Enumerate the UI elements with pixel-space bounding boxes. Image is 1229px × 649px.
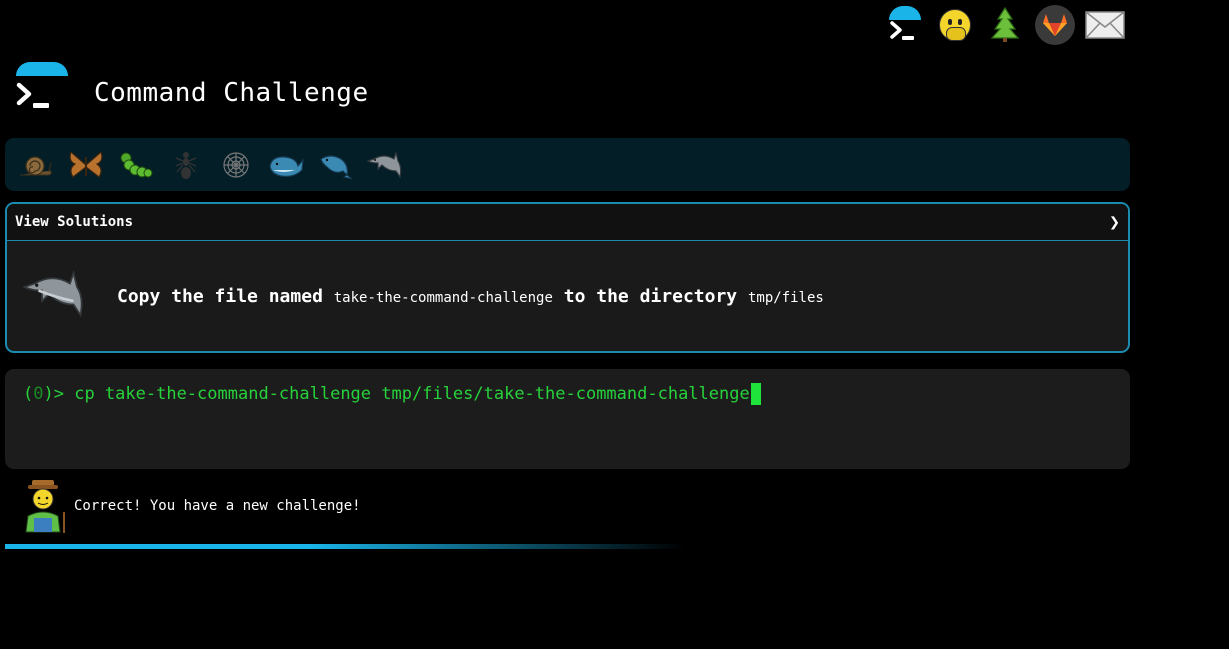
prompt-close: )> — [43, 384, 75, 404]
ant-icon — [175, 151, 197, 179]
task-dir-name: tmp/files — [747, 289, 824, 306]
view-solutions-label: View Solutions — [15, 214, 134, 230]
email-link[interactable] — [1084, 4, 1126, 46]
view-solutions-toggle[interactable]: View Solutions ❯ — [7, 204, 1128, 241]
top-nav — [884, 4, 1134, 46]
command-line: (0)> cp take-the-command-challenge tmp/f… — [23, 383, 1112, 405]
level-bar — [5, 138, 1130, 191]
text-cursor — [750, 383, 761, 405]
home-link[interactable] — [884, 4, 926, 46]
farmer-icon — [25, 480, 65, 533]
challenge-description: Copy the file named take-the-command-cha… — [117, 286, 824, 307]
command-text: cp take-the-command-challenge tmp/files/… — [74, 384, 750, 404]
envelope-icon — [1085, 11, 1125, 39]
header: Command Challenge — [16, 60, 369, 112]
task-file-name: take-the-command-challenge — [333, 289, 553, 306]
evergreen-tree-icon — [990, 7, 1020, 42]
level-spouting-whale[interactable] — [315, 144, 357, 186]
page-title: Command Challenge — [94, 78, 369, 108]
spouting-whale-icon — [320, 154, 353, 179]
level-butterfly[interactable] — [65, 144, 107, 186]
snail-icon — [20, 155, 52, 176]
challenge-panel: View Solutions ❯ Copy the file named tak… — [5, 202, 1130, 353]
prompt-exit-code: 0 — [33, 384, 44, 404]
butterfly-icon — [69, 150, 103, 178]
terminal-logo-icon — [885, 5, 925, 45]
terminal-input[interactable]: (0)> cp take-the-command-challenge tmp/f… — [5, 369, 1130, 469]
tree-link[interactable] — [984, 4, 1026, 46]
gitlab-icon — [1035, 5, 1075, 45]
challenge-body: Copy the file named take-the-command-cha… — [7, 241, 1128, 351]
task-prefix: Copy the file named — [117, 285, 323, 307]
task-middle: to the directory — [563, 285, 738, 307]
level-snail[interactable] — [15, 144, 57, 186]
dolphin-icon — [21, 266, 91, 326]
level-dolphin[interactable] — [365, 144, 407, 186]
caterpillar-icon — [120, 152, 153, 177]
progress-bar — [5, 544, 685, 549]
gitlab-link[interactable] — [1034, 4, 1076, 46]
whale-icon — [269, 155, 304, 177]
result-text: Correct! You have a new challenge! — [74, 498, 361, 514]
terminal-logo-icon[interactable] — [16, 60, 68, 112]
level-caterpillar[interactable] — [115, 144, 157, 186]
hushed-face-icon — [939, 9, 971, 41]
dolphin-icon — [366, 150, 402, 179]
prompt-open: ( — [23, 384, 34, 404]
spider-web-icon — [223, 151, 249, 178]
level-spider-web[interactable] — [215, 144, 257, 186]
hint-link[interactable] — [934, 4, 976, 46]
result-message: Correct! You have a new challenge! — [20, 478, 361, 534]
chevron-right-icon: ❯ — [1109, 211, 1120, 233]
level-whale[interactable] — [265, 144, 307, 186]
level-ant[interactable] — [165, 144, 207, 186]
